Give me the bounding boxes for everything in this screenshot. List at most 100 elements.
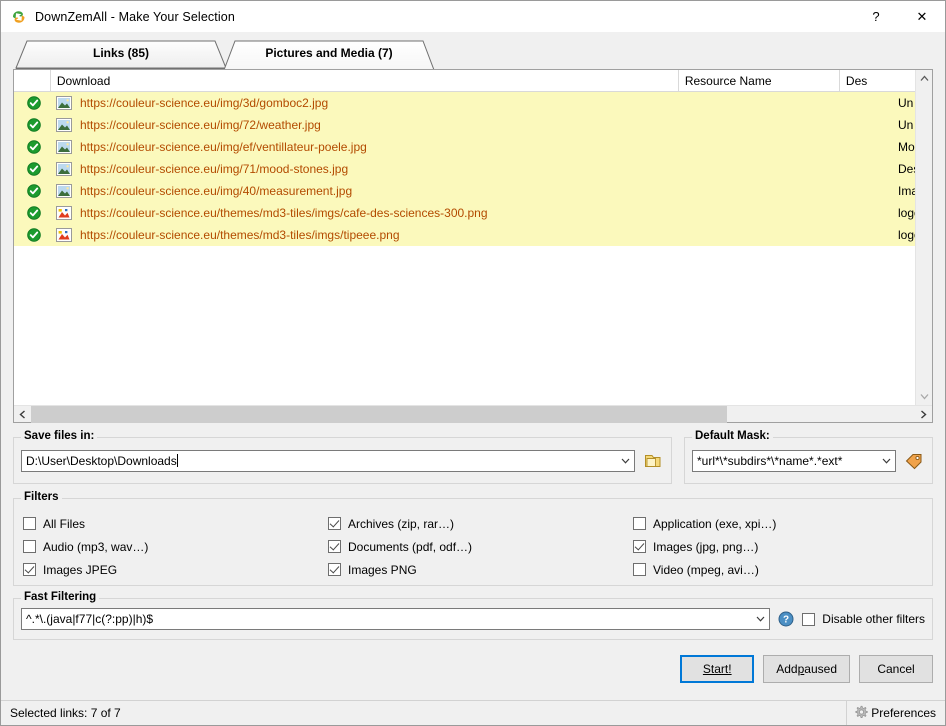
cancel-button[interactable]: Cancel xyxy=(859,655,933,683)
filter-audio[interactable]: Audio (mp3, wav…) xyxy=(23,535,328,558)
row-url: https://couleur-science.eu/img/ef/ventil… xyxy=(80,140,367,154)
row-check-icon[interactable] xyxy=(14,140,53,154)
filter-application[interactable]: Application (exe, xpi…) xyxy=(633,512,923,535)
chevron-down-icon[interactable] xyxy=(878,458,895,464)
checkbox-box[interactable] xyxy=(633,563,646,576)
row-description-cell: Ima xyxy=(898,184,915,198)
fast-filtering-combobox[interactable]: ^.*\.(java|f77|c(?:pp)|h)$ xyxy=(21,608,771,630)
filter-archives[interactable]: Archives (zip, rar…) xyxy=(328,512,633,535)
checkbox-box[interactable] xyxy=(23,517,36,530)
row-url: https://couleur-science.eu/themes/md3-ti… xyxy=(80,206,488,220)
chevron-down-icon[interactable] xyxy=(752,616,769,622)
horizontal-scroll-thumb[interactable] xyxy=(31,406,727,423)
filter-documents[interactable]: Documents (pdf, odf…) xyxy=(328,535,633,558)
table-row[interactable]: https://couleur-science.eu/img/3d/gomboc… xyxy=(14,92,915,114)
folder-icon[interactable] xyxy=(642,450,664,472)
row-url: https://couleur-science.eu/themes/md3-ti… xyxy=(80,228,400,242)
tab-pictures-and-media[interactable]: Pictures and Media (7) xyxy=(223,39,435,71)
vertical-scroll-track[interactable] xyxy=(916,87,932,388)
help-button[interactable]: ? xyxy=(853,1,899,32)
table-row[interactable]: https://couleur-science.eu/img/40/measur… xyxy=(14,180,915,202)
list-vertical-scrollbar[interactable] xyxy=(915,70,932,405)
download-list: Download Resource Name Des https://coule… xyxy=(13,69,933,423)
filter-video-label: Video (mpeg, avi…) xyxy=(653,562,759,577)
row-url: https://couleur-science.eu/img/40/measur… xyxy=(80,184,353,198)
checkbox-box[interactable] xyxy=(633,540,646,553)
default-mask-group-title: Default Mask: xyxy=(692,430,773,442)
table-row[interactable]: https://couleur-science.eu/themes/md3-ti… xyxy=(14,202,915,224)
scroll-down-icon[interactable] xyxy=(916,388,932,405)
close-button[interactable]: ✕ xyxy=(899,1,945,32)
preferences-label: Preferences xyxy=(871,706,936,720)
row-download-cell: https://couleur-science.eu/themes/md3-ti… xyxy=(53,228,725,242)
default-mask-combobox[interactable]: *url*\*subdirs*\*name*.*ext* xyxy=(692,449,896,472)
checkbox-box[interactable] xyxy=(23,540,36,553)
scroll-right-icon[interactable] xyxy=(915,406,932,423)
row-check-icon[interactable] xyxy=(14,184,53,198)
horizontal-scroll-track[interactable] xyxy=(727,406,915,422)
row-check-icon[interactable] xyxy=(14,228,53,242)
preferences-button[interactable]: Preferences xyxy=(846,701,945,725)
table-row[interactable]: https://couleur-science.eu/img/ef/ventil… xyxy=(14,136,915,158)
row-download-cell: https://couleur-science.eu/img/ef/ventil… xyxy=(53,140,725,154)
fast-filtering-value: ^.*\.(java|f77|c(?:pp)|h)$ xyxy=(26,612,154,626)
add-paused-label-post: aused xyxy=(804,662,837,676)
filter-all-files-label: All Files xyxy=(43,516,86,531)
row-check-icon[interactable] xyxy=(14,96,53,110)
row-download-cell: https://couleur-science.eu/img/72/weathe… xyxy=(53,118,725,132)
filter-images-jpeg-label: Images JPEG xyxy=(43,562,118,577)
tab-links[interactable]: Links (85) xyxy=(15,39,227,69)
filter-images-jpeg[interactable]: Images JPEG xyxy=(23,558,328,581)
add-paused-button[interactable]: Add p aused xyxy=(763,655,850,683)
filter-images-png[interactable]: Images PNG xyxy=(328,558,633,581)
table-row[interactable]: https://couleur-science.eu/img/71/mood-s… xyxy=(14,158,915,180)
default-mask-body: *url*\*subdirs*\*name*.*ext* xyxy=(685,438,932,483)
filter-audio-label: Audio (mp3, wav…) xyxy=(43,539,149,554)
checkbox-box[interactable] xyxy=(633,517,646,530)
checkbox-box[interactable] xyxy=(23,563,36,576)
scroll-up-icon[interactable] xyxy=(916,70,932,87)
checkbox-box[interactable] xyxy=(328,563,341,576)
row-download-cell: https://couleur-science.eu/img/40/measur… xyxy=(53,184,725,198)
help-icon[interactable]: ? xyxy=(778,611,794,627)
column-header-download[interactable]: Download xyxy=(50,70,679,91)
title-bar: DownZemAll - Make Your Selection ? ✕ xyxy=(1,1,945,32)
row-check-icon[interactable] xyxy=(14,206,53,220)
list-horizontal-scrollbar[interactable] xyxy=(14,405,932,423)
image-file-icon xyxy=(56,162,72,176)
checkbox-box[interactable] xyxy=(802,612,816,626)
svg-text:?: ? xyxy=(783,615,789,626)
selected-links-status: Selected links: 7 of 7 xyxy=(10,706,121,720)
row-check-icon[interactable] xyxy=(14,118,53,132)
row-url: https://couleur-science.eu/img/3d/gomboc… xyxy=(80,96,329,110)
column-header-resource-name[interactable]: Resource Name xyxy=(678,70,840,91)
table-row[interactable]: https://couleur-science.eu/themes/md3-ti… xyxy=(14,224,915,246)
chevron-down-icon[interactable] xyxy=(617,458,634,464)
filter-video[interactable]: Video (mpeg, avi…) xyxy=(633,558,923,581)
scroll-left-icon[interactable] xyxy=(14,406,31,423)
tag-icon[interactable] xyxy=(903,450,925,472)
filter-images-png-label: Images PNG xyxy=(348,562,417,577)
row-description-cell: Un xyxy=(898,118,914,132)
save-path-combobox[interactable]: D:\User\Desktop\Downloads xyxy=(21,449,635,472)
save-files-group-title: Save files in: xyxy=(21,430,98,442)
fast-filtering-group-title: Fast Filtering xyxy=(21,591,100,603)
table-row[interactable]: https://couleur-science.eu/img/72/weathe… xyxy=(14,114,915,136)
row-check-icon[interactable] xyxy=(14,162,53,176)
filter-all-files[interactable]: All Files xyxy=(23,512,328,535)
column-header-check[interactable] xyxy=(14,70,51,91)
filters-grid: All Files Archives (zip, rar…) Application… xyxy=(14,499,932,581)
checkbox-box[interactable] xyxy=(328,517,341,530)
disable-other-filters-checkbox[interactable]: Disable other filters xyxy=(802,608,925,631)
column-header-description[interactable]: Des xyxy=(839,70,915,91)
save-and-mask-row: Save files in: D:\User\Desktop\Downloads xyxy=(13,430,933,484)
row-download-cell: https://couleur-science.eu/img/71/mood-s… xyxy=(53,162,725,176)
checkbox-box[interactable] xyxy=(328,540,341,553)
start-button[interactable]: Start! xyxy=(680,655,755,683)
gear-icon xyxy=(854,705,868,722)
row-url: https://couleur-science.eu/img/71/mood-s… xyxy=(80,162,349,176)
downzemall-icon xyxy=(10,8,28,26)
save-files-body: D:\User\Desktop\Downloads xyxy=(14,438,671,483)
filter-images[interactable]: Images (jpg, png…) xyxy=(633,535,923,558)
dialog-buttons: Start! Add p aused Cancel xyxy=(1,640,945,683)
